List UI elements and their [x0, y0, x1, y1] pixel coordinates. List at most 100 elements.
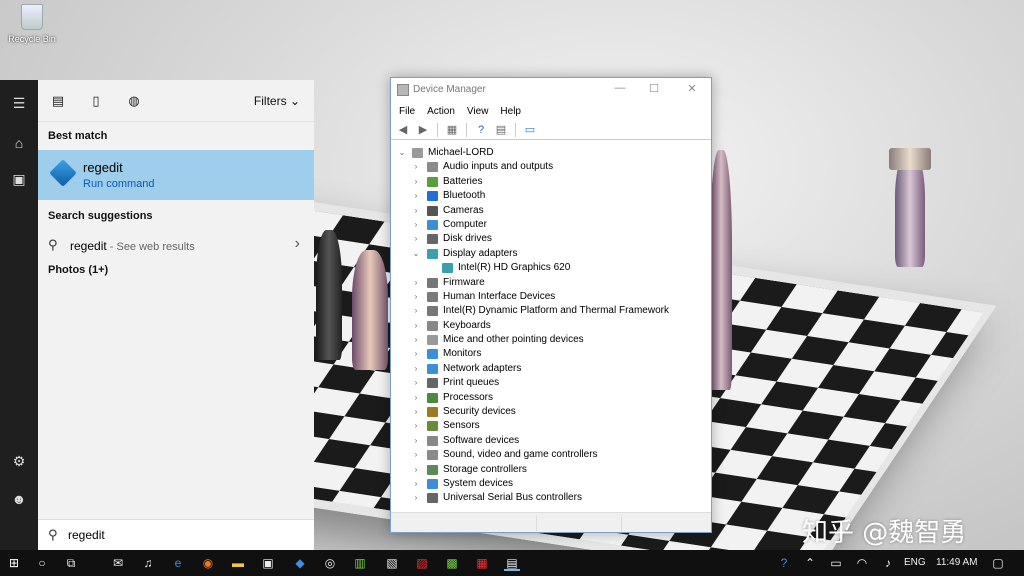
chevron-up-icon[interactable]: ⌃ — [802, 555, 818, 571]
chevron-right-icon[interactable]: › — [411, 491, 421, 505]
chevron-right-icon[interactable]: › — [411, 362, 421, 376]
menu-help[interactable]: Help — [500, 106, 521, 117]
tree-node[interactable]: › Universal Serial Bus controllers — [391, 491, 711, 505]
chevron-right-icon[interactable]: › — [411, 232, 421, 246]
menu-view[interactable]: View — [467, 106, 489, 117]
home-icon[interactable]: ⌂ — [10, 134, 28, 152]
tree-node[interactable]: › Storage controllers — [391, 463, 711, 477]
volume-icon[interactable]: ♪ — [880, 555, 896, 571]
tree-node[interactable]: › Network adapters — [391, 362, 711, 376]
task-view-icon[interactable]: ⧉ — [63, 555, 79, 571]
tree-root[interactable]: ⌄ Michael-LORD — [391, 146, 711, 160]
tree-node[interactable]: › Computer — [391, 218, 711, 232]
tree-node[interactable]: › Keyboards — [391, 319, 711, 333]
chevron-right-icon[interactable]: › — [411, 218, 421, 232]
chevron-right-icon[interactable]: › — [411, 448, 421, 462]
chevron-down-icon[interactable]: ⌄ — [397, 146, 407, 160]
chevron-right-icon[interactable]: › — [411, 319, 421, 333]
best-match-result[interactable]: regedit Run command — [38, 150, 314, 200]
app-icon[interactable]: ▥ — [352, 555, 368, 571]
help-icon[interactable]: ? — [473, 123, 489, 137]
tree-node[interactable]: › Human Interface Devices — [391, 290, 711, 304]
tree-node[interactable]: › Sound, video and game controllers — [391, 448, 711, 462]
app-icon[interactable]: ▩ — [444, 555, 460, 571]
tree-node[interactable]: › Disk drives — [391, 232, 711, 246]
tree-node[interactable]: › Security devices — [391, 405, 711, 419]
tree-node[interactable]: › System devices — [391, 477, 711, 491]
chevron-right-icon[interactable]: › — [411, 290, 421, 304]
photos-heading[interactable]: Photos (1+) — [38, 260, 314, 284]
tree-node[interactable]: › Processors — [391, 391, 711, 405]
minimize-button[interactable]: — — [613, 82, 627, 94]
windows-start-icon[interactable]: ⊞ — [6, 555, 22, 571]
tree-node[interactable]: › Intel(R) Dynamic Platform and Thermal F… — [391, 304, 711, 318]
close-button[interactable]: ✕ — [685, 82, 699, 95]
chevron-right-icon[interactable]: › — [411, 333, 421, 347]
chevron-right-icon[interactable]: › — [295, 235, 300, 253]
app-icon[interactable]: ◎ — [322, 555, 338, 571]
app-icon[interactable]: ▨ — [414, 555, 430, 571]
chevron-right-icon[interactable]: › — [411, 175, 421, 189]
search-input[interactable] — [68, 526, 298, 544]
user-icon[interactable]: ☻ — [10, 490, 28, 508]
chevron-right-icon[interactable]: › — [411, 276, 421, 290]
clock[interactable]: 11:49 AM — [936, 557, 978, 568]
file-explorer-icon[interactable]: ▬ — [230, 555, 246, 571]
wifi-icon[interactable]: ◠ — [854, 555, 870, 571]
firefox-icon[interactable]: ◉ — [200, 555, 216, 571]
tree-node[interactable]: › Audio inputs and outputs — [391, 160, 711, 174]
tree-node[interactable]: › Firmware — [391, 276, 711, 290]
cortana-icon[interactable]: ○ — [34, 555, 50, 571]
apps-filter-icon[interactable]: ▤ — [50, 93, 66, 109]
menu-action[interactable]: Action — [427, 106, 455, 117]
recycle-bin[interactable]: Recycle Bin — [6, 4, 58, 44]
documents-icon[interactable]: ▣ — [10, 170, 28, 188]
properties-icon[interactable]: ▦ — [444, 123, 460, 137]
web-filter-icon[interactable]: ◍ — [126, 93, 142, 109]
store-icon[interactable]: ▣ — [260, 555, 276, 571]
battery-tray-icon[interactable]: ▭ — [828, 555, 844, 571]
back-icon[interactable]: ◀ — [395, 123, 411, 137]
chevron-right-icon[interactable]: › — [411, 405, 421, 419]
documents-filter-icon[interactable]: ▯ — [88, 93, 104, 109]
tree-node[interactable]: › Sensors — [391, 419, 711, 433]
chevron-right-icon[interactable]: › — [411, 304, 421, 318]
chevron-right-icon[interactable]: › — [411, 391, 421, 405]
chevron-right-icon[interactable]: › — [411, 376, 421, 390]
forward-icon[interactable]: ▶ — [415, 123, 431, 137]
chevron-right-icon[interactable]: › — [411, 477, 421, 491]
filters-button[interactable]: Filters ⌄ — [254, 94, 300, 108]
itunes-icon[interactable]: ♫ — [140, 555, 156, 571]
menu-file[interactable]: File — [399, 106, 415, 117]
settings-icon[interactable]: ⚙ — [10, 452, 28, 470]
device-manager-taskbar-icon[interactable]: ▤ — [504, 555, 520, 571]
chevron-right-icon[interactable]: › — [411, 434, 421, 448]
chevron-right-icon[interactable]: › — [411, 419, 421, 433]
tree-node[interactable]: › Mice and other pointing devices — [391, 333, 711, 347]
title-bar[interactable]: Device Manager — ☐ ✕ — [391, 78, 711, 102]
tree-node[interactable]: › Software devices — [391, 434, 711, 448]
tree-node[interactable]: › Batteries — [391, 175, 711, 189]
chevron-right-icon[interactable]: › — [411, 204, 421, 218]
action-center-icon[interactable]: ▢ — [990, 555, 1006, 571]
maximize-button[interactable]: ☐ — [647, 82, 661, 95]
chevron-right-icon[interactable]: › — [411, 189, 421, 203]
chevron-right-icon[interactable]: › — [411, 463, 421, 477]
chevron-right-icon[interactable]: › — [411, 347, 421, 361]
scan-hardware-icon[interactable]: ▭ — [522, 123, 538, 137]
tree-child-node[interactable]: Intel(R) HD Graphics 620 — [391, 261, 711, 275]
web-suggestion[interactable]: ⚲ regedit - See web results › — [38, 230, 314, 260]
chevron-down-icon[interactable]: ⌄ — [411, 247, 421, 261]
tree-node[interactable]: › Monitors — [391, 347, 711, 361]
app-icon[interactable]: ▧ — [384, 555, 400, 571]
view-icon[interactable]: ▤ — [493, 123, 509, 137]
app-icon[interactable]: ▦ — [474, 555, 490, 571]
tree-node[interactable]: › Cameras — [391, 204, 711, 218]
tree-node[interactable]: ⌄ Display adapters — [391, 247, 711, 261]
tree-node[interactable]: › Bluetooth — [391, 189, 711, 203]
dropbox-icon[interactable]: ◆ — [292, 555, 308, 571]
language-indicator[interactable]: ENG — [904, 557, 926, 568]
mail-icon[interactable]: ✉ — [110, 555, 126, 571]
tree-node[interactable]: › Print queues — [391, 376, 711, 390]
chevron-right-icon[interactable]: › — [411, 160, 421, 174]
